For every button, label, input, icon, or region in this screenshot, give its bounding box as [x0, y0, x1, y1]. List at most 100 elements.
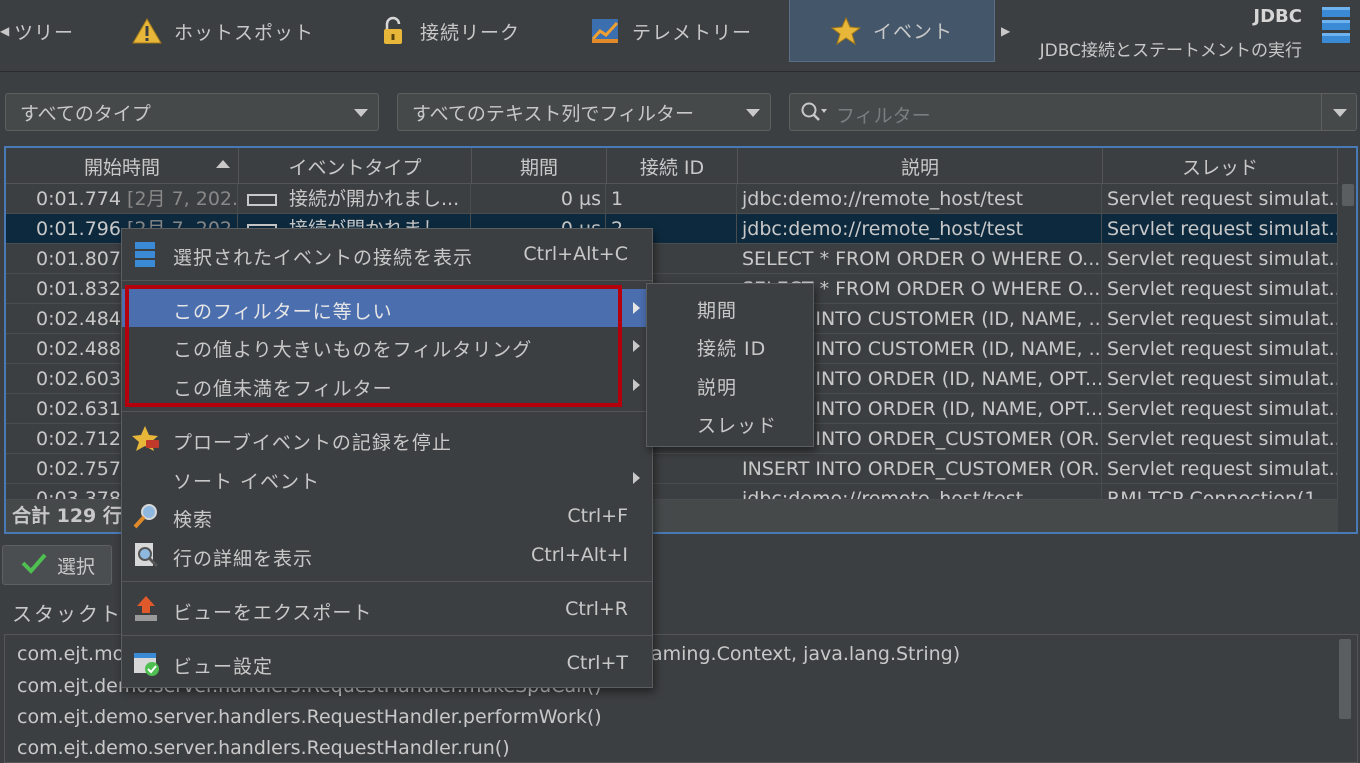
chevron-down-icon [746, 109, 760, 117]
tab-bar: ◀ ツリー ホットスポット 接続リーク テレメトリー イベント ▶ JDBC J… [0, 0, 1360, 72]
stack-line[interactable]: com.ejt.demo.server.handlers.RequestHand… [17, 737, 510, 759]
menu-shortcut: Ctrl+Alt+I [531, 544, 628, 566]
menu-search[interactable]: 検索 Ctrl+F [122, 497, 652, 535]
tab-events-label: イベント [872, 21, 953, 43]
stack-line[interactable]: com.ejt.demo.server.handlers.RequestHand… [17, 706, 602, 728]
menu-item-label: この値より大きいものをフィルタリング [173, 339, 533, 361]
menu-shortcut: Ctrl+R [565, 598, 628, 620]
submenu-item-connection-id[interactable]: 接続 ID [697, 334, 766, 361]
cell-time: 0:01.796 [36, 218, 121, 240]
column-header-start-time[interactable]: 開始時間 [6, 148, 239, 184]
magnifier-icon [132, 502, 160, 530]
submenu-arrow-icon [633, 379, 640, 391]
cell-thread: Servlet request simulat... [1103, 334, 1338, 364]
tab-tree[interactable]: ツリー [14, 0, 74, 62]
submenu-item-duration[interactable]: 期間 [697, 296, 737, 323]
submenu-item-thread[interactable]: スレッド [697, 411, 777, 438]
cell-event-type: 接続が開かれまし... [289, 188, 460, 210]
search-icon [800, 101, 830, 128]
settings-icon [132, 649, 160, 677]
type-filter-value: すべてのタイプ [20, 102, 151, 125]
menu-show-connection[interactable]: 選択されたイベントの接続を表示 Ctrl+Alt+C [122, 235, 652, 273]
scrollbar-thumb[interactable] [1342, 184, 1354, 206]
cell-thread: Servlet request simulat... [1103, 274, 1338, 304]
menu-item-label: この値未満をフィルター [173, 378, 393, 400]
menu-divider [122, 581, 652, 582]
tab-connection-leaks-label: 接続リーク [420, 21, 521, 44]
scroll-left-icon[interactable]: ◀ [0, 24, 9, 38]
select-button-label: 選択 [57, 555, 96, 578]
cell-thread: Servlet request simulat... [1103, 244, 1338, 274]
details-icon [132, 541, 160, 569]
menu-divider [122, 280, 652, 281]
search-divider [1321, 94, 1322, 130]
menu-item-label: ソート イベント [173, 471, 321, 493]
menu-item-label: 選択されたイベントの接続を表示 [173, 247, 474, 269]
cell-thread: Servlet request simulat... [1103, 364, 1338, 394]
column-header-event-type[interactable]: イベントタイプ [239, 148, 472, 184]
cell-description: jdbc:demo://remote_host/test [738, 214, 1102, 244]
chevron-down-icon[interactable] [1333, 109, 1347, 117]
stack-line[interactable]: com.ejt.mo [17, 643, 124, 665]
menu-view-settings[interactable]: ビュー設定 Ctrl+T [122, 644, 652, 682]
cell-thread: Servlet request simulat... [1103, 304, 1338, 334]
menu-shortcut: Ctrl+Alt+C [523, 243, 628, 265]
submenu-arrow-icon [633, 472, 640, 484]
menu-divider [122, 411, 652, 412]
cell-thread: Servlet request simulat... [1103, 454, 1338, 484]
select-button[interactable]: 選択 [2, 545, 112, 585]
star-stop-icon [132, 425, 160, 453]
menu-filter-greater[interactable]: この値より大きいものをフィルタリング [122, 327, 652, 365]
submenu-arrow-icon [633, 340, 640, 352]
column-header-label: スレッド [1181, 156, 1258, 179]
column-header-label: 期間 [519, 156, 558, 179]
menu-divider [122, 635, 652, 636]
tab-connection-leaks[interactable]: 接続リーク [378, 0, 520, 62]
cell-duration: 0 µs [472, 184, 606, 214]
tab-tree-label: ツリー [14, 21, 75, 44]
table-header: 開始時間 イベントタイプ 期間 接続 ID 説明 スレッド [6, 148, 1338, 184]
menu-filter-less[interactable]: この値未満をフィルター [122, 366, 652, 404]
event-type-icon [247, 193, 277, 206]
menu-filter-equal[interactable]: このフィルターに等しい [122, 289, 652, 327]
search-placeholder: フィルター [836, 105, 931, 127]
column-header-label: 説明 [900, 156, 939, 179]
tab-telemetry[interactable]: テレメトリー [590, 0, 752, 62]
submenu-item-description[interactable]: 説明 [697, 373, 737, 400]
column-header-connection-id[interactable]: 接続 ID [607, 148, 738, 184]
submenu-arrow-icon [633, 302, 640, 314]
cell-description: SELECT * FROM ORDER O WHERE O.... [738, 244, 1102, 274]
menu-export-view[interactable]: ビューをエクスポート Ctrl+R [122, 590, 652, 628]
cell-thread: Servlet request simulat... [1103, 424, 1338, 454]
column-header-description[interactable]: 説明 [738, 148, 1103, 184]
column-header-duration[interactable]: 期間 [472, 148, 607, 184]
cell-description: jdbc:demo://remote_host/test [738, 484, 1102, 499]
table-scrollbar[interactable] [1338, 184, 1356, 500]
cell-thread: Servlet request simulat... [1103, 184, 1338, 214]
menu-stop-recording[interactable]: プローブイベントの記録を停止 [122, 420, 652, 458]
column-filter-combo[interactable]: すべてのテキスト列でフィルター [397, 93, 771, 131]
chevron-down-icon [354, 109, 368, 117]
menu-sort-events[interactable]: ソート イベント [122, 459, 652, 497]
menu-item-label: 行の詳細を表示 [173, 548, 314, 570]
lock-icon [378, 16, 408, 46]
table-row[interactable]: 0:01.774 [2月 7, 202... 接続が開かれまし... 0 µs … [6, 184, 1338, 214]
scroll-right-icon[interactable]: ▶ [1001, 24, 1010, 38]
page-subtitle: JDBC接続とステートメントの実行 [1039, 41, 1302, 61]
export-icon [132, 595, 160, 623]
search-input[interactable]: フィルター [789, 93, 1357, 131]
cell-thread: Servlet request simulat... [1103, 214, 1338, 244]
type-filter-combo[interactable]: すべてのタイプ [5, 93, 379, 131]
menu-show-details[interactable]: 行の詳細を表示 Ctrl+Alt+I [122, 536, 652, 574]
stack-scrollbar[interactable] [1339, 639, 1351, 719]
tab-hotspots[interactable]: ホットスポット [132, 0, 314, 62]
page-title: JDBC [1253, 6, 1302, 27]
column-header-label: 開始時間 [83, 156, 160, 179]
tab-events[interactable]: イベント [789, 0, 995, 62]
menu-item-label: プローブイベントの記録を停止 [173, 432, 452, 454]
cell-thread: RMI TCP Connection(1... [1103, 484, 1338, 499]
tab-telemetry-label: テレメトリー [632, 21, 753, 44]
database-icon [132, 240, 160, 268]
column-header-thread[interactable]: スレッド [1103, 148, 1338, 184]
menu-item-label: ビューをエクスポート [173, 602, 373, 624]
